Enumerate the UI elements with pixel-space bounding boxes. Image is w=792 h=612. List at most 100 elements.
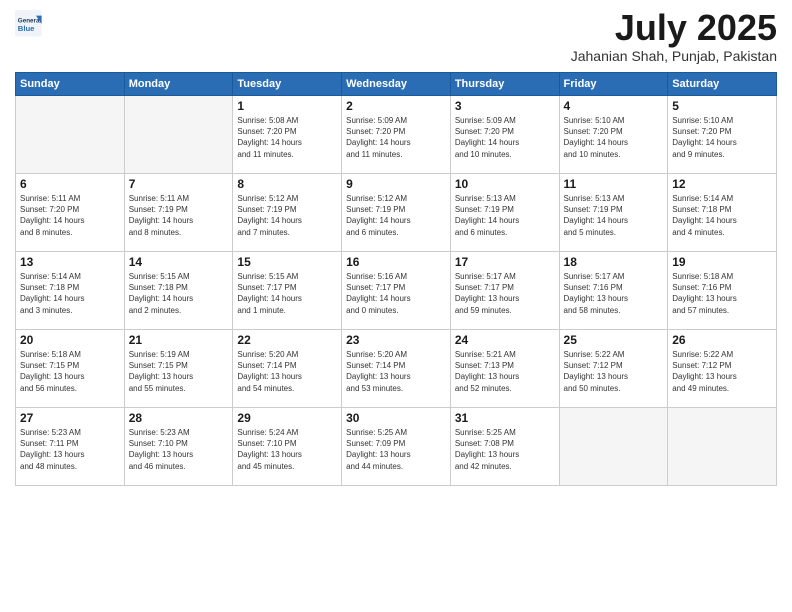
day-number: 22 — [237, 333, 337, 347]
day-number: 8 — [237, 177, 337, 191]
day-info: Sunrise: 5:08 AM Sunset: 7:20 PM Dayligh… — [237, 115, 337, 160]
day-cell: 29Sunrise: 5:24 AM Sunset: 7:10 PM Dayli… — [233, 408, 342, 486]
day-number: 12 — [672, 177, 772, 191]
week-row-4: 27 Sunrise: 5:23 AM Sunset: 7:11 PM Dayli… — [16, 408, 777, 486]
day-cell: 26Sunrise: 5:22 AM Sunset: 7:12 PM Dayli… — [668, 330, 777, 408]
day-cell: 5Sunrise: 5:10 AM Sunset: 7:20 PM Daylig… — [668, 96, 777, 174]
calendar-table: Sunday Monday Tuesday Wednesday Thursday… — [15, 72, 777, 486]
day-info: Sunrise: 5:25 AM Sunset: 7:09 PM Dayligh… — [346, 427, 446, 472]
day-cell — [559, 408, 668, 486]
day-cell — [16, 96, 125, 174]
day-number: 24 — [455, 333, 555, 347]
day-cell: 31Sunrise: 5:25 AM Sunset: 7:08 PM Dayli… — [450, 408, 559, 486]
header-wednesday: Wednesday — [342, 73, 451, 96]
day-info: Sunrise: 5:09 AM Sunset: 7:20 PM Dayligh… — [455, 115, 555, 160]
day-number: 31 — [455, 411, 555, 425]
day-info: Sunrise: 5:17 AM Sunset: 7:17 PM Dayligh… — [455, 271, 555, 316]
day-info: Sunrise: 5:18 AM Sunset: 7:15 PM Dayligh… — [20, 349, 120, 394]
day-number: 7 — [129, 177, 229, 191]
day-cell: 30Sunrise: 5:25 AM Sunset: 7:09 PM Dayli… — [342, 408, 451, 486]
day-number: 4 — [564, 99, 664, 113]
day-number: 28 — [129, 411, 229, 425]
day-cell: 9 Sunrise: 5:12 AM Sunset: 7:19 PM Daylig… — [342, 174, 451, 252]
day-info: Sunrise: 5:12 AM Sunset: 7:19 PM Dayligh… — [237, 193, 337, 238]
header-friday: Friday — [559, 73, 668, 96]
header: General Blue July 2025 Jahanian Shah, Pu… — [15, 10, 777, 64]
day-cell — [668, 408, 777, 486]
day-number: 27 — [20, 411, 120, 425]
day-cell: 14 Sunrise: 5:15 AM Sunset: 7:18 PM Dayli… — [124, 252, 233, 330]
week-row-0: 1 Sunrise: 5:08 AM Sunset: 7:20 PM Daylig… — [16, 96, 777, 174]
day-info: Sunrise: 5:23 AM Sunset: 7:11 PM Dayligh… — [20, 427, 120, 472]
day-cell: 6Sunrise: 5:11 AM Sunset: 7:20 PM Daylig… — [16, 174, 125, 252]
day-cell — [124, 96, 233, 174]
day-cell: 3Sunrise: 5:09 AM Sunset: 7:20 PM Daylig… — [450, 96, 559, 174]
day-cell: 25 Sunrise: 5:22 AM Sunset: 7:12 PM Dayli… — [559, 330, 668, 408]
day-number: 25 — [564, 333, 664, 347]
day-number: 19 — [672, 255, 772, 269]
week-row-1: 6Sunrise: 5:11 AM Sunset: 7:20 PM Daylig… — [16, 174, 777, 252]
day-cell: 1 Sunrise: 5:08 AM Sunset: 7:20 PM Daylig… — [233, 96, 342, 174]
day-number: 1 — [237, 99, 337, 113]
header-tuesday: Tuesday — [233, 73, 342, 96]
day-number: 18 — [564, 255, 664, 269]
day-info: Sunrise: 5:15 AM Sunset: 7:17 PM Dayligh… — [237, 271, 337, 316]
day-info: Sunrise: 5:22 AM Sunset: 7:12 PM Dayligh… — [564, 349, 664, 394]
day-number: 2 — [346, 99, 446, 113]
svg-text:Blue: Blue — [18, 24, 35, 33]
day-cell: 7Sunrise: 5:11 AM Sunset: 7:19 PM Daylig… — [124, 174, 233, 252]
day-info: Sunrise: 5:15 AM Sunset: 7:18 PM Dayligh… — [129, 271, 229, 316]
day-info: Sunrise: 5:12 AM Sunset: 7:19 PM Dayligh… — [346, 193, 446, 238]
header-monday: Monday — [124, 73, 233, 96]
day-number: 26 — [672, 333, 772, 347]
day-cell: 28 Sunrise: 5:23 AM Sunset: 7:10 PM Dayli… — [124, 408, 233, 486]
day-cell: 2 Sunrise: 5:09 AM Sunset: 7:20 PM Daylig… — [342, 96, 451, 174]
day-number: 11 — [564, 177, 664, 191]
day-cell: 27 Sunrise: 5:23 AM Sunset: 7:11 PM Dayli… — [16, 408, 125, 486]
day-cell: 20 Sunrise: 5:18 AM Sunset: 7:15 PM Dayli… — [16, 330, 125, 408]
day-info: Sunrise: 5:23 AM Sunset: 7:10 PM Dayligh… — [129, 427, 229, 472]
day-number: 13 — [20, 255, 120, 269]
day-cell: 22 Sunrise: 5:20 AM Sunset: 7:14 PM Dayli… — [233, 330, 342, 408]
day-cell: 23 Sunrise: 5:20 AM Sunset: 7:14 PM Dayli… — [342, 330, 451, 408]
day-cell: 16Sunrise: 5:16 AM Sunset: 7:17 PM Dayli… — [342, 252, 451, 330]
title-block: July 2025 Jahanian Shah, Punjab, Pakista… — [571, 10, 777, 64]
day-info: Sunrise: 5:10 AM Sunset: 7:20 PM Dayligh… — [564, 115, 664, 160]
day-cell: 4 Sunrise: 5:10 AM Sunset: 7:20 PM Daylig… — [559, 96, 668, 174]
day-number: 14 — [129, 255, 229, 269]
day-info: Sunrise: 5:16 AM Sunset: 7:17 PM Dayligh… — [346, 271, 446, 316]
logo-icon: General Blue — [15, 10, 43, 38]
day-cell: 19 Sunrise: 5:18 AM Sunset: 7:16 PM Dayli… — [668, 252, 777, 330]
day-info: Sunrise: 5:24 AM Sunset: 7:10 PM Dayligh… — [237, 427, 337, 472]
day-number: 10 — [455, 177, 555, 191]
logo: General Blue — [15, 10, 43, 38]
header-sunday: Sunday — [16, 73, 125, 96]
day-cell: 8 Sunrise: 5:12 AM Sunset: 7:19 PM Daylig… — [233, 174, 342, 252]
day-cell: 10 Sunrise: 5:13 AM Sunset: 7:19 PM Dayli… — [450, 174, 559, 252]
day-cell: 17 Sunrise: 5:17 AM Sunset: 7:17 PM Dayli… — [450, 252, 559, 330]
day-cell: 13 Sunrise: 5:14 AM Sunset: 7:18 PM Dayli… — [16, 252, 125, 330]
day-cell: 12Sunrise: 5:14 AM Sunset: 7:18 PM Dayli… — [668, 174, 777, 252]
day-info: Sunrise: 5:10 AM Sunset: 7:20 PM Dayligh… — [672, 115, 772, 160]
day-cell: 18Sunrise: 5:17 AM Sunset: 7:16 PM Dayli… — [559, 252, 668, 330]
day-number: 15 — [237, 255, 337, 269]
day-info: Sunrise: 5:21 AM Sunset: 7:13 PM Dayligh… — [455, 349, 555, 394]
calendar-title: July 2025 — [571, 10, 777, 46]
day-cell: 15 Sunrise: 5:15 AM Sunset: 7:17 PM Dayli… — [233, 252, 342, 330]
day-number: 20 — [20, 333, 120, 347]
day-info: Sunrise: 5:19 AM Sunset: 7:15 PM Dayligh… — [129, 349, 229, 394]
day-info: Sunrise: 5:20 AM Sunset: 7:14 PM Dayligh… — [346, 349, 446, 394]
day-number: 17 — [455, 255, 555, 269]
day-cell: 21Sunrise: 5:19 AM Sunset: 7:15 PM Dayli… — [124, 330, 233, 408]
day-info: Sunrise: 5:13 AM Sunset: 7:19 PM Dayligh… — [455, 193, 555, 238]
day-info: Sunrise: 5:18 AM Sunset: 7:16 PM Dayligh… — [672, 271, 772, 316]
day-info: Sunrise: 5:13 AM Sunset: 7:19 PM Dayligh… — [564, 193, 664, 238]
week-row-3: 20 Sunrise: 5:18 AM Sunset: 7:15 PM Dayli… — [16, 330, 777, 408]
day-number: 9 — [346, 177, 446, 191]
calendar-subtitle: Jahanian Shah, Punjab, Pakistan — [571, 48, 777, 64]
day-number: 23 — [346, 333, 446, 347]
day-info: Sunrise: 5:14 AM Sunset: 7:18 PM Dayligh… — [20, 271, 120, 316]
day-info: Sunrise: 5:20 AM Sunset: 7:14 PM Dayligh… — [237, 349, 337, 394]
page: General Blue July 2025 Jahanian Shah, Pu… — [0, 0, 792, 612]
day-info: Sunrise: 5:09 AM Sunset: 7:20 PM Dayligh… — [346, 115, 446, 160]
